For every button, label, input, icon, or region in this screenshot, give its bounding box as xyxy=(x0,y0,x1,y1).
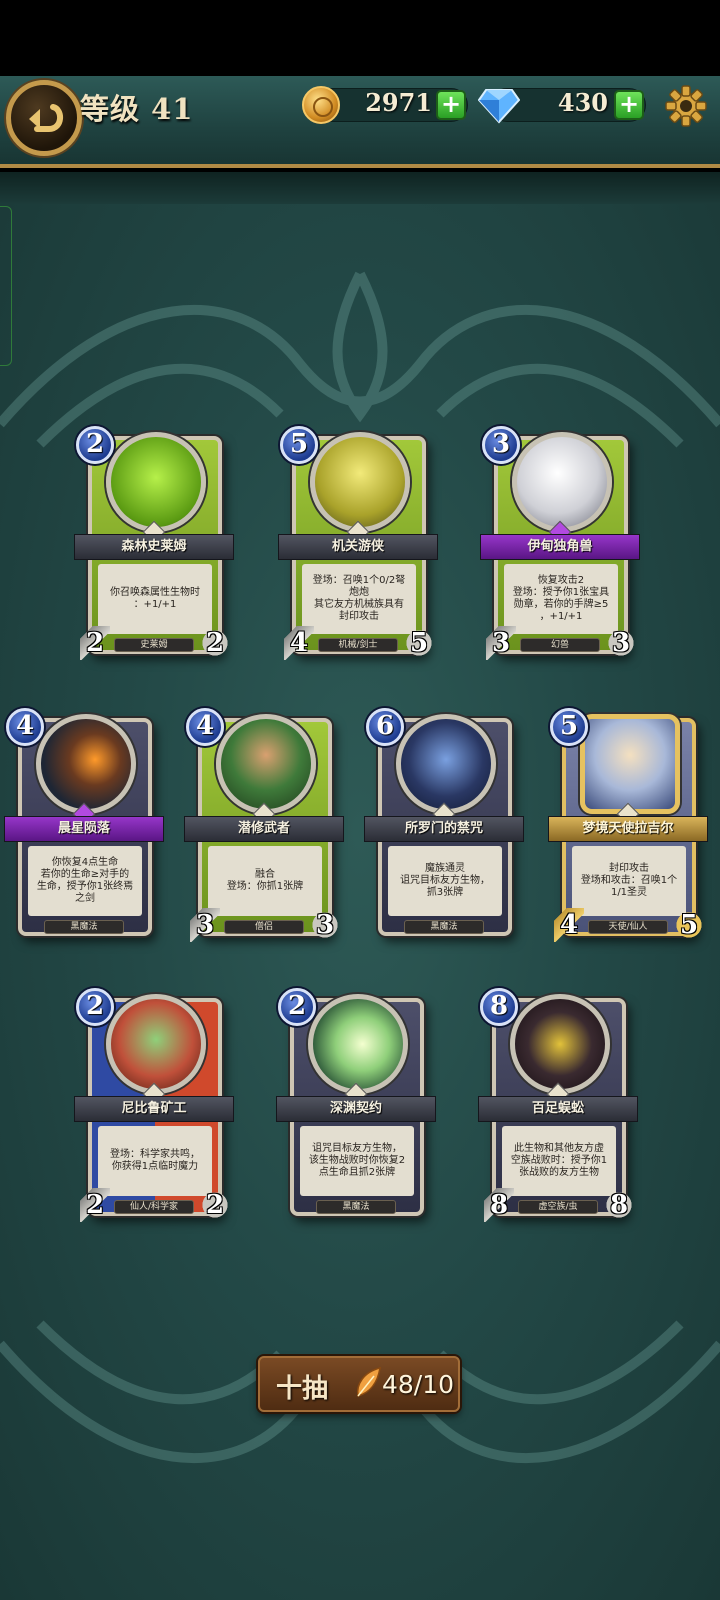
card-eden-unicorn[interactable]: 伊甸独角兽 恢复攻击2 登场：授予你1张宝具 勋章，若你的手牌≥5 ，+1/+1… xyxy=(480,424,640,664)
feather-icon xyxy=(356,1366,381,1397)
card-art xyxy=(396,714,496,814)
mana-cost: 2 xyxy=(278,988,316,1026)
card-text: 诅咒目标友方生物， 该生物战败时你恢复2 点生命且抓2张牌 xyxy=(300,1126,414,1196)
status-bar xyxy=(0,0,720,76)
mana-cost: 8 xyxy=(480,988,518,1026)
card-type: 史莱姆 xyxy=(114,638,194,652)
card-solomon-curse[interactable]: 所罗门的禁咒 魔族通灵 诅咒目标友方生物， 抓3张牌 黑魔法 6 xyxy=(364,706,524,946)
card-art xyxy=(106,432,206,532)
card-type: 僧侣 xyxy=(224,920,304,934)
attack-value: 4 xyxy=(284,626,314,660)
ten-draw-label: 十抽 xyxy=(276,1374,329,1404)
coin-amount: 2971 xyxy=(365,88,432,117)
mana-cost: 2 xyxy=(76,988,114,1026)
card-type: 虚空族/虫 xyxy=(518,1200,598,1214)
mana-cost: 4 xyxy=(6,708,44,746)
card-type: 黑魔法 xyxy=(44,920,124,934)
card-name: 深渊契约 xyxy=(276,1096,436,1122)
card-art xyxy=(36,714,136,814)
mana-cost: 2 xyxy=(76,426,114,464)
card-name: 伊甸独角兽 xyxy=(480,534,640,560)
card-type: 仙人/科学家 xyxy=(114,1200,194,1214)
card-art xyxy=(216,714,316,814)
card-name: 百足蜈蚣 xyxy=(478,1096,638,1122)
top-bar-shadow xyxy=(0,172,720,204)
add-gems-button[interactable]: + xyxy=(614,90,644,120)
card-text: 封印攻击 登场和攻击：召唤1个 1/1圣灵 xyxy=(572,846,686,916)
mana-cost: 5 xyxy=(550,708,588,746)
card-abyss-contract[interactable]: 深渊契约 诅咒目标友方生物， 该生物战败时你恢复2 点生命且抓2张牌 黑魔法 2 xyxy=(276,986,436,1226)
card-type: 黑魔法 xyxy=(404,920,484,934)
card-type: 天使/仙人 xyxy=(588,920,668,934)
card-art xyxy=(512,432,612,532)
card-morning-star-fall[interactable]: 晨星陨落 你恢复4点生命 若你的生命≥对手的 生命，授予你1张终焉 之剑 黑魔法… xyxy=(4,706,164,946)
back-button[interactable] xyxy=(6,80,82,156)
attack-value: 8 xyxy=(484,1188,514,1222)
attack-value: 4 xyxy=(554,908,584,942)
card-nibiru-miner[interactable]: 尼比鲁矿工 登场：科学家共鸣， 你获得1点临时魔力 仙人/科学家 2 2 2 xyxy=(74,986,234,1226)
attack-value: 3 xyxy=(190,908,220,942)
attack-value: 2 xyxy=(80,626,110,660)
mana-cost: 3 xyxy=(482,426,520,464)
health-value: 2 xyxy=(200,626,230,660)
health-value: 8 xyxy=(604,1188,634,1222)
card-text: 融合 登场：你抓1张牌 xyxy=(208,846,322,916)
coin-icon xyxy=(302,86,340,124)
card-art xyxy=(310,432,410,532)
card-text: 你恢复4点生命 若你的生命≥对手的 生命，授予你1张终焉 之剑 xyxy=(28,846,142,916)
add-coins-button[interactable]: + xyxy=(436,90,466,120)
health-value: 5 xyxy=(674,908,704,942)
card-art xyxy=(308,994,408,1094)
card-dream-angel-ragiel[interactable]: 梦境天使拉吉尔 封印攻击 登场和攻击：召唤1个 1/1圣灵 天使/仙人 5 4 … xyxy=(548,706,708,946)
card-name: 梦境天使拉吉尔 xyxy=(548,816,708,842)
card-hidden-warrior[interactable]: 潜修武者 融合 登场：你抓1张牌 僧侣 4 3 3 xyxy=(184,706,344,946)
card-text: 魔族通灵 诅咒目标友方生物， 抓3张牌 xyxy=(388,846,502,916)
gem-icon xyxy=(478,89,520,124)
health-value: 3 xyxy=(310,908,340,942)
side-drawer-tab[interactable] xyxy=(0,206,12,366)
health-value: 3 xyxy=(606,626,636,660)
card-text: 此生物和其他友方虚 空族战败时：授予你1 张战败的友方生物 xyxy=(502,1126,616,1196)
player-level: 等级 41 xyxy=(80,92,194,126)
card-art xyxy=(510,994,610,1094)
gear-icon[interactable] xyxy=(664,84,708,128)
card-name: 森林史莱姆 xyxy=(74,534,234,560)
card-text: 你召唤森属性生物时 ：+1/+1 xyxy=(98,564,212,634)
card-name: 潜修武者 xyxy=(184,816,344,842)
card-forest-slime[interactable]: 森林史莱姆 你召唤森属性生物时 ：+1/+1 史莱姆 2 2 2 xyxy=(74,424,234,664)
card-text: 登场：科学家共鸣， 你获得1点临时魔力 xyxy=(98,1126,212,1196)
card-mech-ranger[interactable]: 机关游侠 登场：召唤1个0/2弩 炮炮 其它友方机械族具有 封印攻击 机械/剑士… xyxy=(278,424,438,664)
mana-cost: 4 xyxy=(186,708,224,746)
mana-cost: 5 xyxy=(280,426,318,464)
back-arrow-icon xyxy=(29,104,63,132)
card-centipede[interactable]: 百足蜈蚣 此生物和其他友方虚 空族战败时：授予你1 张战败的友方生物 虚空族/虫… xyxy=(478,986,638,1226)
attack-value: 2 xyxy=(80,1188,110,1222)
health-value: 2 xyxy=(200,1188,230,1222)
attack-value: 3 xyxy=(486,626,516,660)
mana-cost: 6 xyxy=(366,708,404,746)
card-text: 登场：召唤1个0/2弩 炮炮 其它友方机械族具有 封印攻击 xyxy=(302,564,416,634)
card-art xyxy=(580,714,680,814)
health-value: 5 xyxy=(404,626,434,660)
card-art xyxy=(106,994,206,1094)
card-type: 幻兽 xyxy=(520,638,600,652)
gem-amount: 430 xyxy=(557,88,608,117)
card-name: 尼比鲁矿工 xyxy=(74,1096,234,1122)
card-name: 机关游侠 xyxy=(278,534,438,560)
card-type: 机械/剑士 xyxy=(318,638,398,652)
card-name: 所罗门的禁咒 xyxy=(364,816,524,842)
ten-draw-count: 48/10 xyxy=(382,1370,455,1399)
card-name: 晨星陨落 xyxy=(4,816,164,842)
card-text: 恢复攻击2 登场：授予你1张宝具 勋章，若你的手牌≥5 ，+1/+1 xyxy=(504,564,618,634)
card-type: 黑魔法 xyxy=(316,1200,396,1214)
